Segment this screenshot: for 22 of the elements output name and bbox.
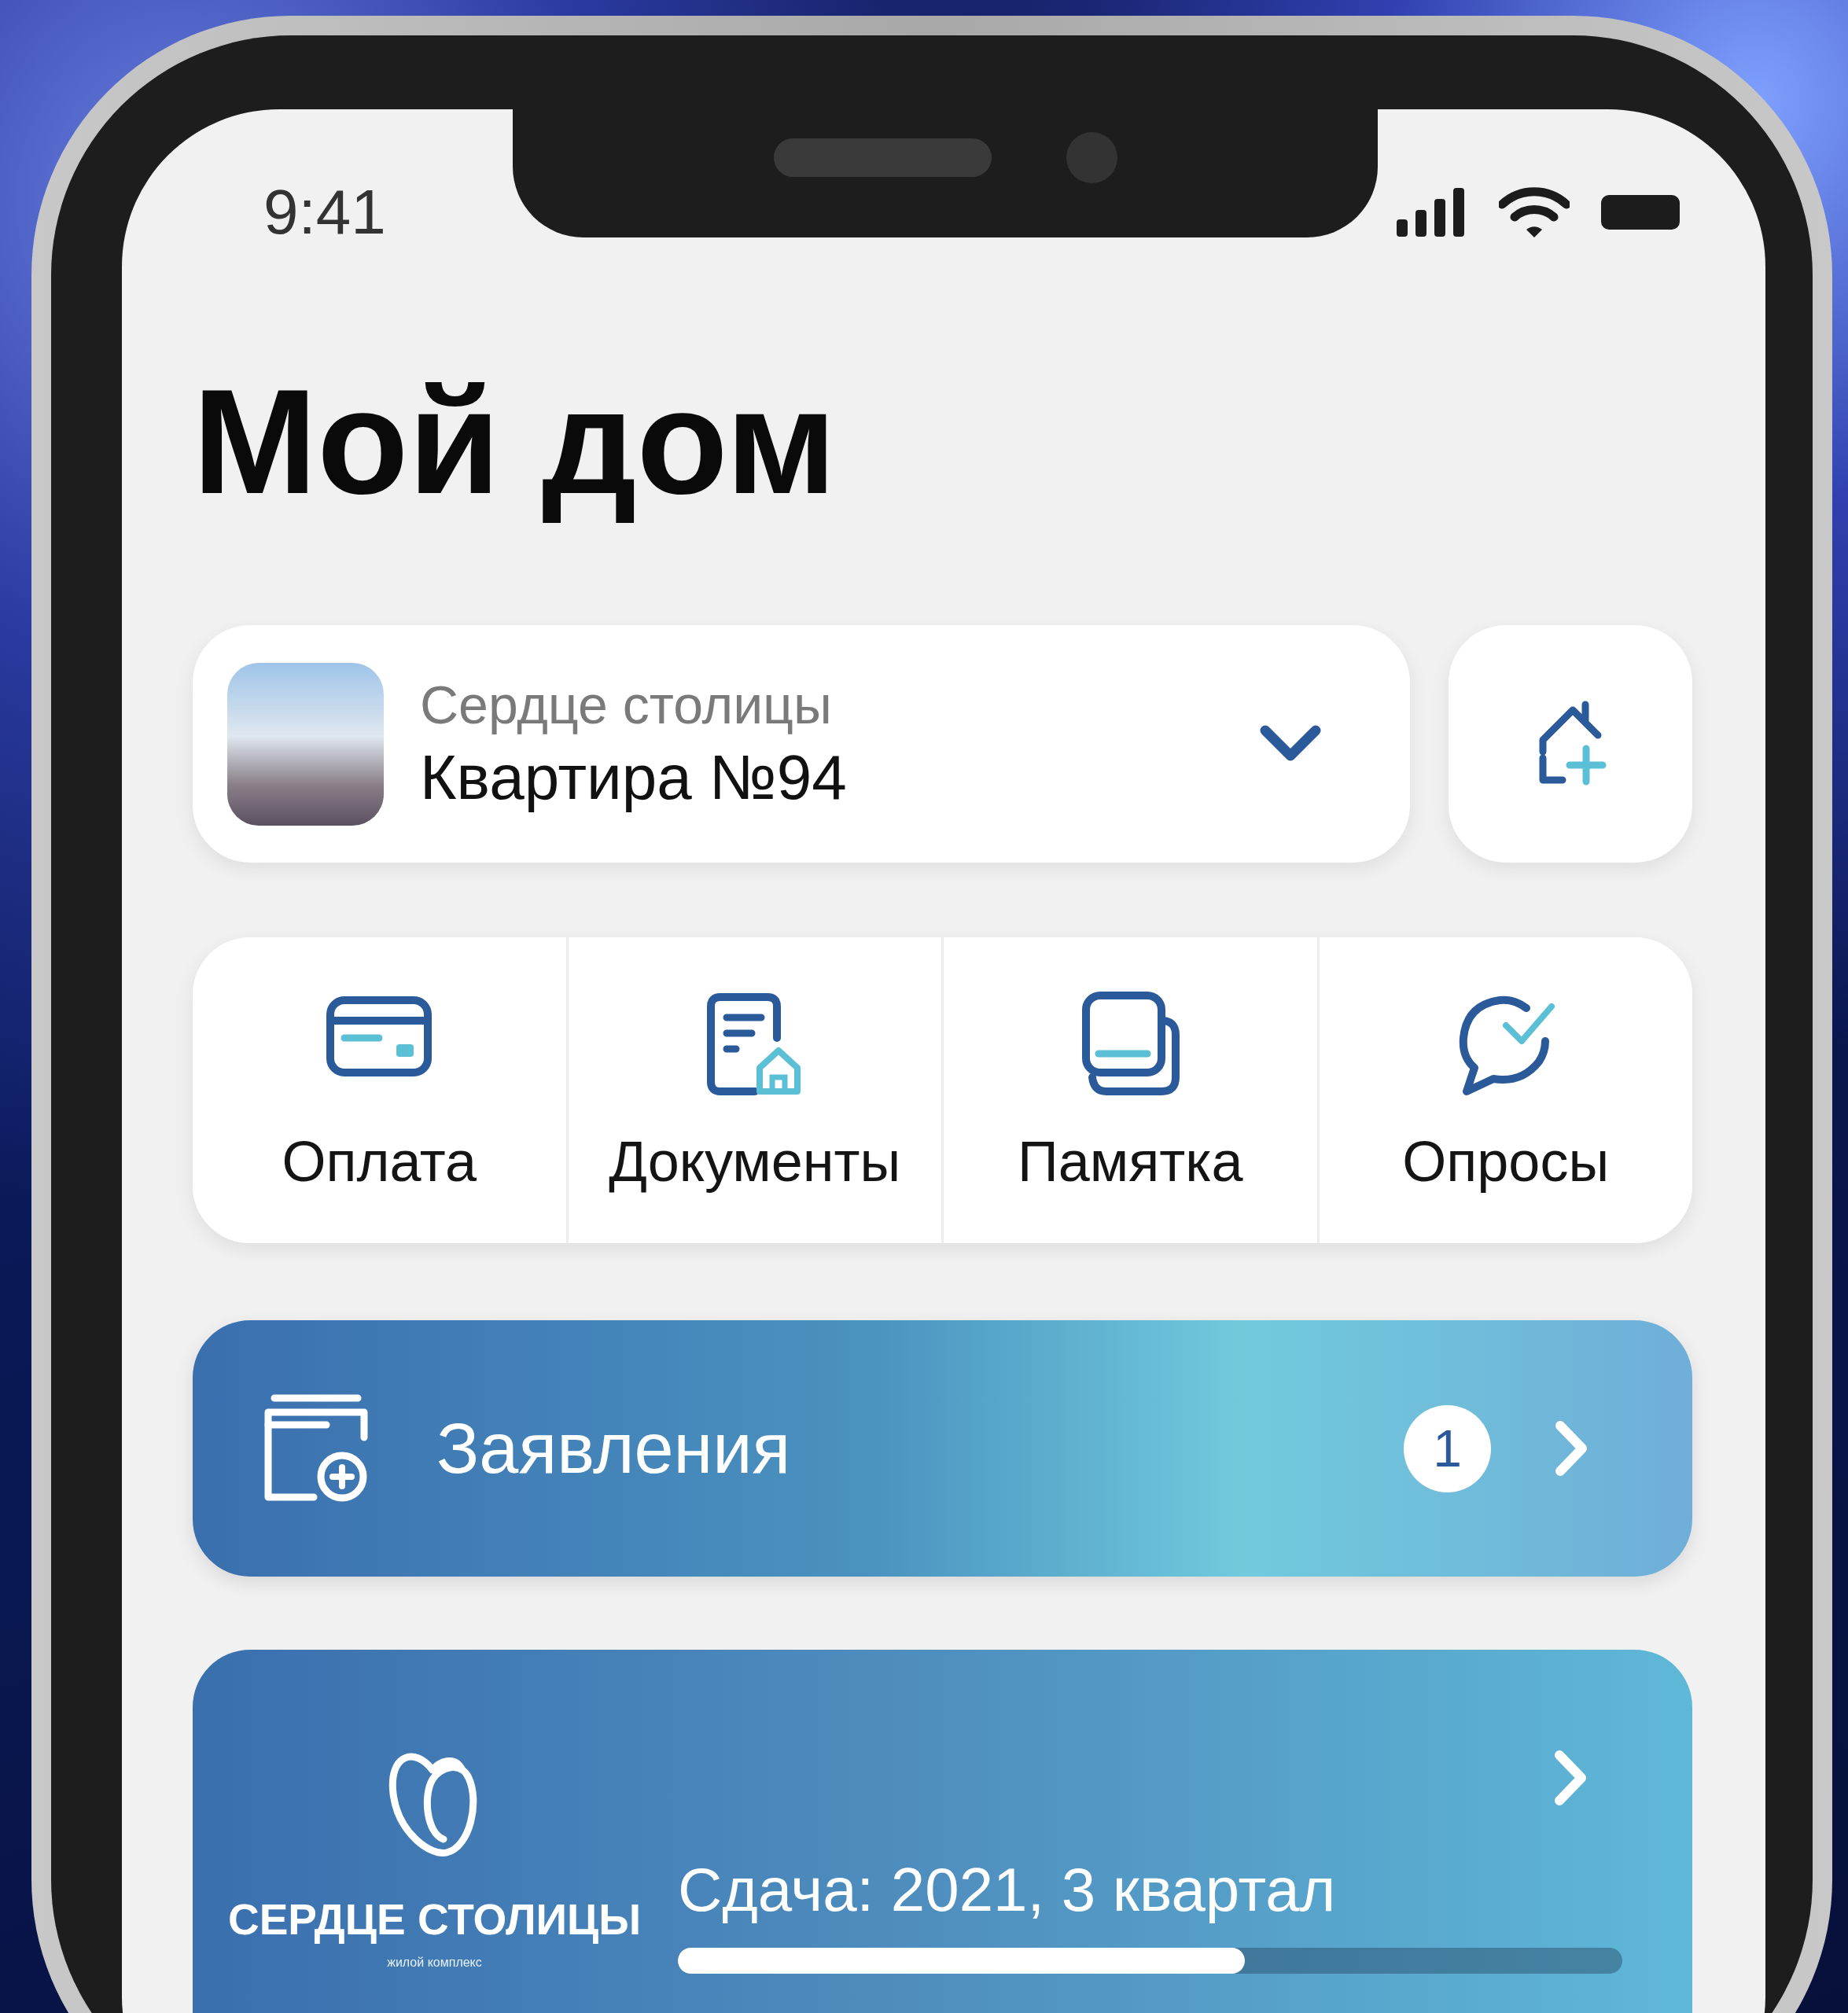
applications-label: Заявления (436, 1408, 792, 1489)
project-name: Сердце столицы (420, 674, 833, 736)
quick-action-button[interactable]: Опросы (1316, 937, 1692, 1243)
wifi-icon (1499, 187, 1570, 237)
property-selector[interactable]: Сердце столицы Квартира №94 (193, 625, 1410, 863)
completion-date: Сдача: 2021, 3 квартал (678, 1854, 1337, 1926)
logo-title: СЕРДЦЕ СТОЛИЦЫ (227, 1894, 642, 1945)
apartment-name: Квартира №94 (420, 742, 848, 814)
chevron-right-icon (1553, 1749, 1588, 1807)
logo-subtitle: жилой комплекс (387, 1956, 482, 1970)
quick-action-button[interactable]: Памятка (941, 937, 1317, 1243)
folder-plus-icon (263, 1393, 369, 1503)
chevron-right-icon (1554, 1419, 1588, 1478)
quick-action-button[interactable]: Оплата (193, 937, 566, 1243)
add-home-button[interactable] (1449, 625, 1692, 863)
project-card[interactable]: СЕРДЦЕ СТОЛИЦЫ жилой комплекс Сдача: 2021, 3 квартал (193, 1650, 1692, 2013)
quick-action-button[interactable]: Документы (565, 937, 941, 1243)
applications-banner[interactable]: Заявления 1 (193, 1320, 1692, 1577)
status-time: 9:41 (263, 176, 386, 248)
battery-icon (1601, 195, 1680, 230)
page-title: Мой дом (193, 357, 837, 526)
count-badge: 1 (1404, 1404, 1491, 1492)
